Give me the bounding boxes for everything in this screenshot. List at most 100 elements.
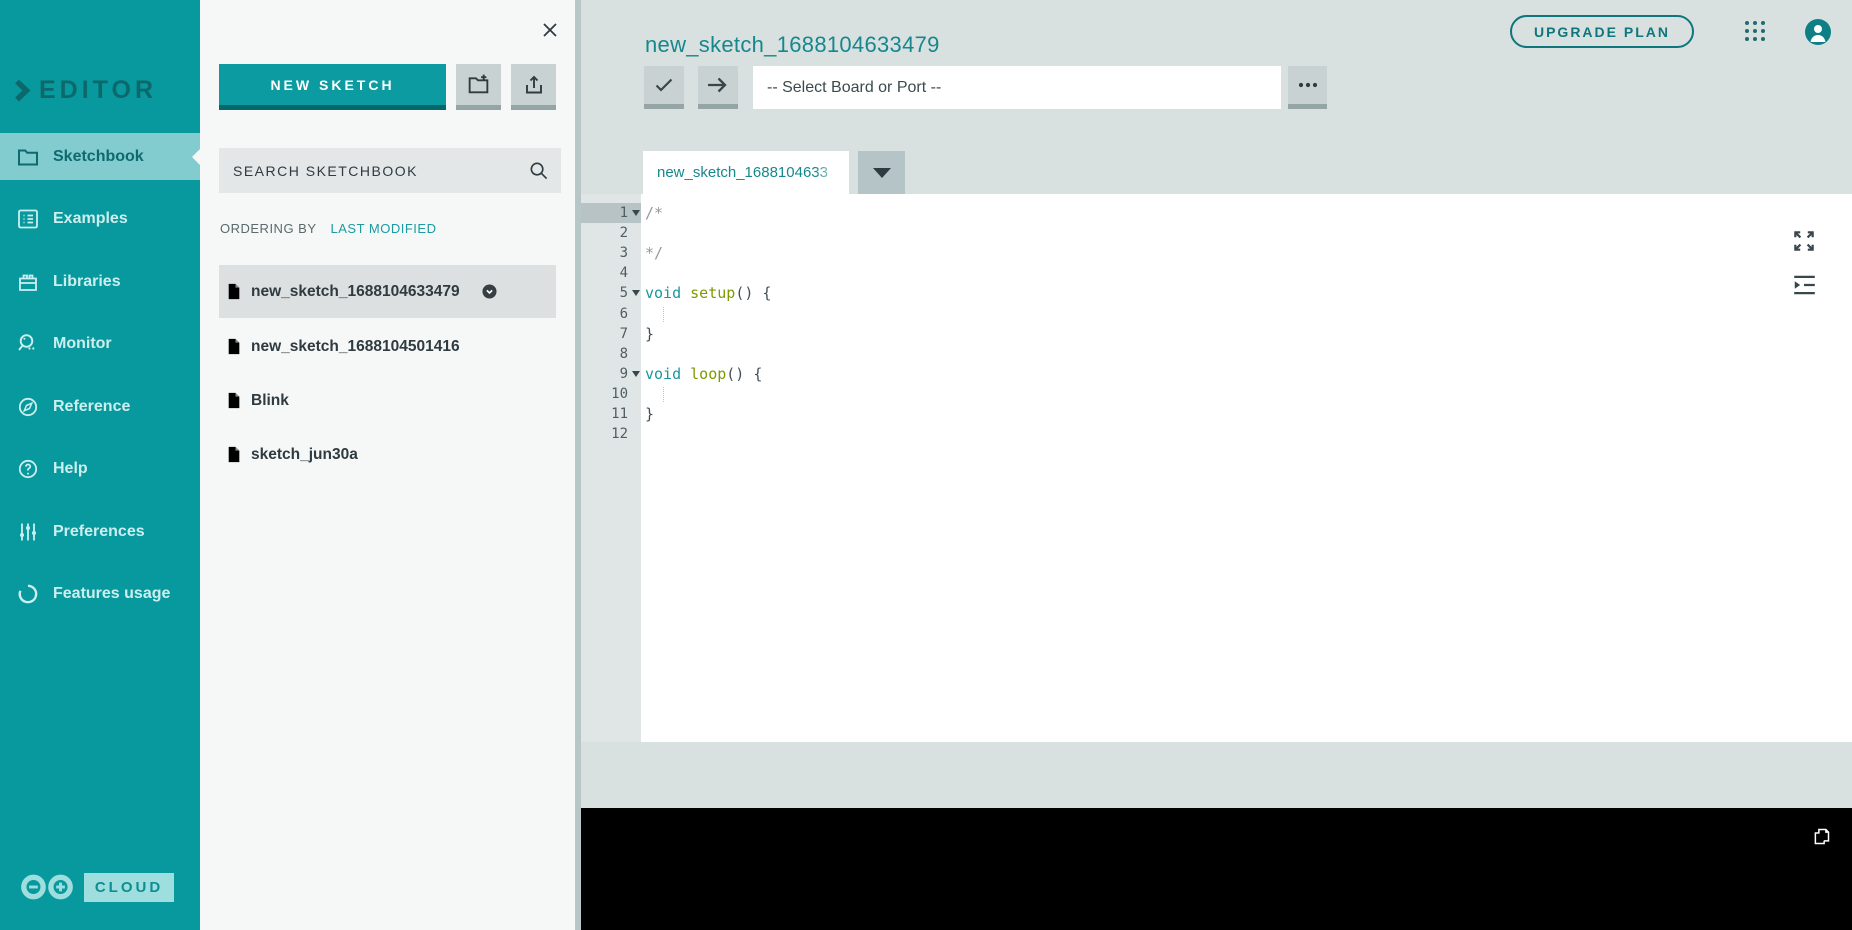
preferences-icon: [16, 520, 40, 544]
sketch-row[interactable]: new_sketch_1688104501416: [219, 320, 556, 373]
fold-arrow-icon[interactable]: [632, 290, 640, 297]
file-icon: [227, 392, 241, 409]
code-token: () {: [735, 284, 772, 303]
sidebar-item-examples[interactable]: Examples: [0, 195, 200, 242]
folder-icon: [16, 145, 40, 169]
line-number: 6: [619, 305, 628, 322]
code-line: */: [645, 243, 663, 263]
sketch-name: new_sketch_1688104501416: [251, 337, 460, 355]
upload-icon: [522, 73, 546, 97]
import-sketch-button[interactable]: [511, 64, 556, 110]
file-icon: [227, 446, 241, 463]
ordering-label: ORDERING BY: [220, 221, 317, 236]
gutter-row: 11: [581, 404, 641, 424]
sidebar-item-preferences[interactable]: Preferences: [0, 508, 200, 555]
line-number: 4: [619, 265, 628, 282]
help-icon: [16, 457, 40, 481]
chevron-down-icon: [872, 167, 891, 178]
close-panel-icon[interactable]: [541, 21, 559, 39]
fold-arrow-icon[interactable]: [632, 210, 640, 216]
gutter-row: 12: [581, 424, 641, 444]
search-icon: [528, 160, 549, 186]
sidebar-item-label: Sketchbook: [53, 147, 144, 165]
folder-plus-icon: [466, 72, 491, 97]
code-line: void setup() {: [645, 283, 771, 303]
gutter-row: 2: [581, 223, 641, 243]
upgrade-plan-button[interactable]: UPGRADE PLAN: [1510, 15, 1694, 48]
code-editor[interactable]: 1 2 3 4 5 6 7 8 9 10 11 12 /* */void setup() {} void …: [581, 194, 1852, 742]
sketch-name: Blink: [251, 391, 289, 409]
indent-guide: [663, 386, 664, 402]
ellipsis-icon: [1297, 74, 1319, 96]
new-sketch-button[interactable]: NEW SKETCH: [219, 64, 446, 110]
code-token: */: [645, 244, 664, 263]
sidebar-item-label: Monitor: [53, 334, 112, 352]
ordering-value[interactable]: LAST MODIFIED: [331, 221, 437, 236]
line-number: 3: [619, 245, 628, 262]
code-token: () {: [726, 364, 763, 383]
page-title: new_sketch_1688104633479: [645, 32, 940, 57]
sketch-row[interactable]: Blink: [219, 374, 556, 427]
code-line: /*: [645, 203, 663, 223]
check-icon: [652, 73, 676, 97]
board-selector-value: -- Select Board or Port --: [767, 78, 942, 96]
code-token: }: [645, 324, 655, 343]
line-number: 8: [619, 345, 628, 362]
line-number: 5: [619, 285, 628, 302]
line-number: 12: [611, 426, 628, 443]
code-token: loop: [690, 364, 727, 383]
editor-gutter: 1 2 3 4 5 6 7 8 9 10 11 12: [581, 194, 641, 742]
more-options-button[interactable]: [1288, 66, 1327, 109]
code-line: }: [645, 324, 654, 344]
code-token: /*: [645, 204, 664, 222]
arduino-logo-icon: [18, 872, 76, 902]
gutter-row: 9: [581, 364, 641, 384]
search-box: [219, 148, 561, 193]
code-token: setup: [690, 284, 736, 303]
code-token: void: [645, 284, 682, 303]
verify-button[interactable]: [644, 66, 684, 109]
code-line: }: [645, 404, 654, 424]
user-avatar[interactable]: [1805, 19, 1831, 45]
autoformat-icon[interactable]: [1791, 272, 1818, 298]
gutter-row: 10: [581, 384, 641, 404]
apps-grid-icon[interactable]: [1742, 18, 1768, 44]
console-output: [581, 808, 1852, 930]
sketch-name: sketch_jun30a: [251, 445, 358, 463]
fullscreen-icon[interactable]: [1790, 228, 1818, 254]
sidebar-item-label: Features usage: [53, 584, 171, 602]
sidebar-item-help[interactable]: Help: [0, 445, 200, 492]
features-usage-icon: [16, 582, 40, 606]
sidebar-item-monitor[interactable]: Monitor: [0, 320, 200, 367]
gutter-row: 5: [581, 283, 641, 303]
fold-arrow-icon[interactable]: [632, 370, 640, 377]
gutter-row: 6: [581, 304, 641, 324]
tab-dropdown-button[interactable]: [858, 151, 905, 194]
gutter-row: 4: [581, 263, 641, 283]
sidebar-item-reference[interactable]: Reference: [0, 383, 200, 430]
libraries-icon: [16, 270, 40, 294]
sidebar-item-features-usage[interactable]: Features usage: [0, 570, 200, 617]
line-number: 7: [619, 325, 628, 342]
cloud-badge: CLOUD: [84, 872, 174, 902]
sidebar-item-label: Libraries: [53, 272, 121, 290]
sketch-row[interactable]: new_sketch_1688104633479: [219, 265, 556, 318]
copy-icon[interactable]: [1811, 826, 1832, 847]
line-number: 10: [611, 385, 628, 402]
sidebar-item-label: Preferences: [53, 522, 145, 540]
new-folder-button[interactable]: [456, 64, 501, 110]
upload-sketch-button[interactable]: [698, 66, 738, 109]
sidebar-item-sketchbook[interactable]: Sketchbook: [0, 133, 200, 180]
sketch-row[interactable]: sketch_jun30a: [219, 428, 556, 481]
search-input[interactable]: [219, 148, 561, 193]
tab-active-sketch[interactable]: new_sketch_1688104633: [643, 151, 849, 194]
gutter-row: 8: [581, 344, 641, 364]
sidebar-item-libraries[interactable]: Libraries: [0, 258, 200, 305]
sketch-actions-icon[interactable]: [482, 284, 497, 299]
editor-logo[interactable]: EDITOR: [14, 76, 157, 105]
board-port-selector[interactable]: -- Select Board or Port --: [753, 66, 1281, 109]
tab-label: new_sketch_1688104633: [657, 164, 828, 181]
editor-logo-text: EDITOR: [39, 76, 157, 104]
gutter-row: 1: [581, 203, 641, 223]
